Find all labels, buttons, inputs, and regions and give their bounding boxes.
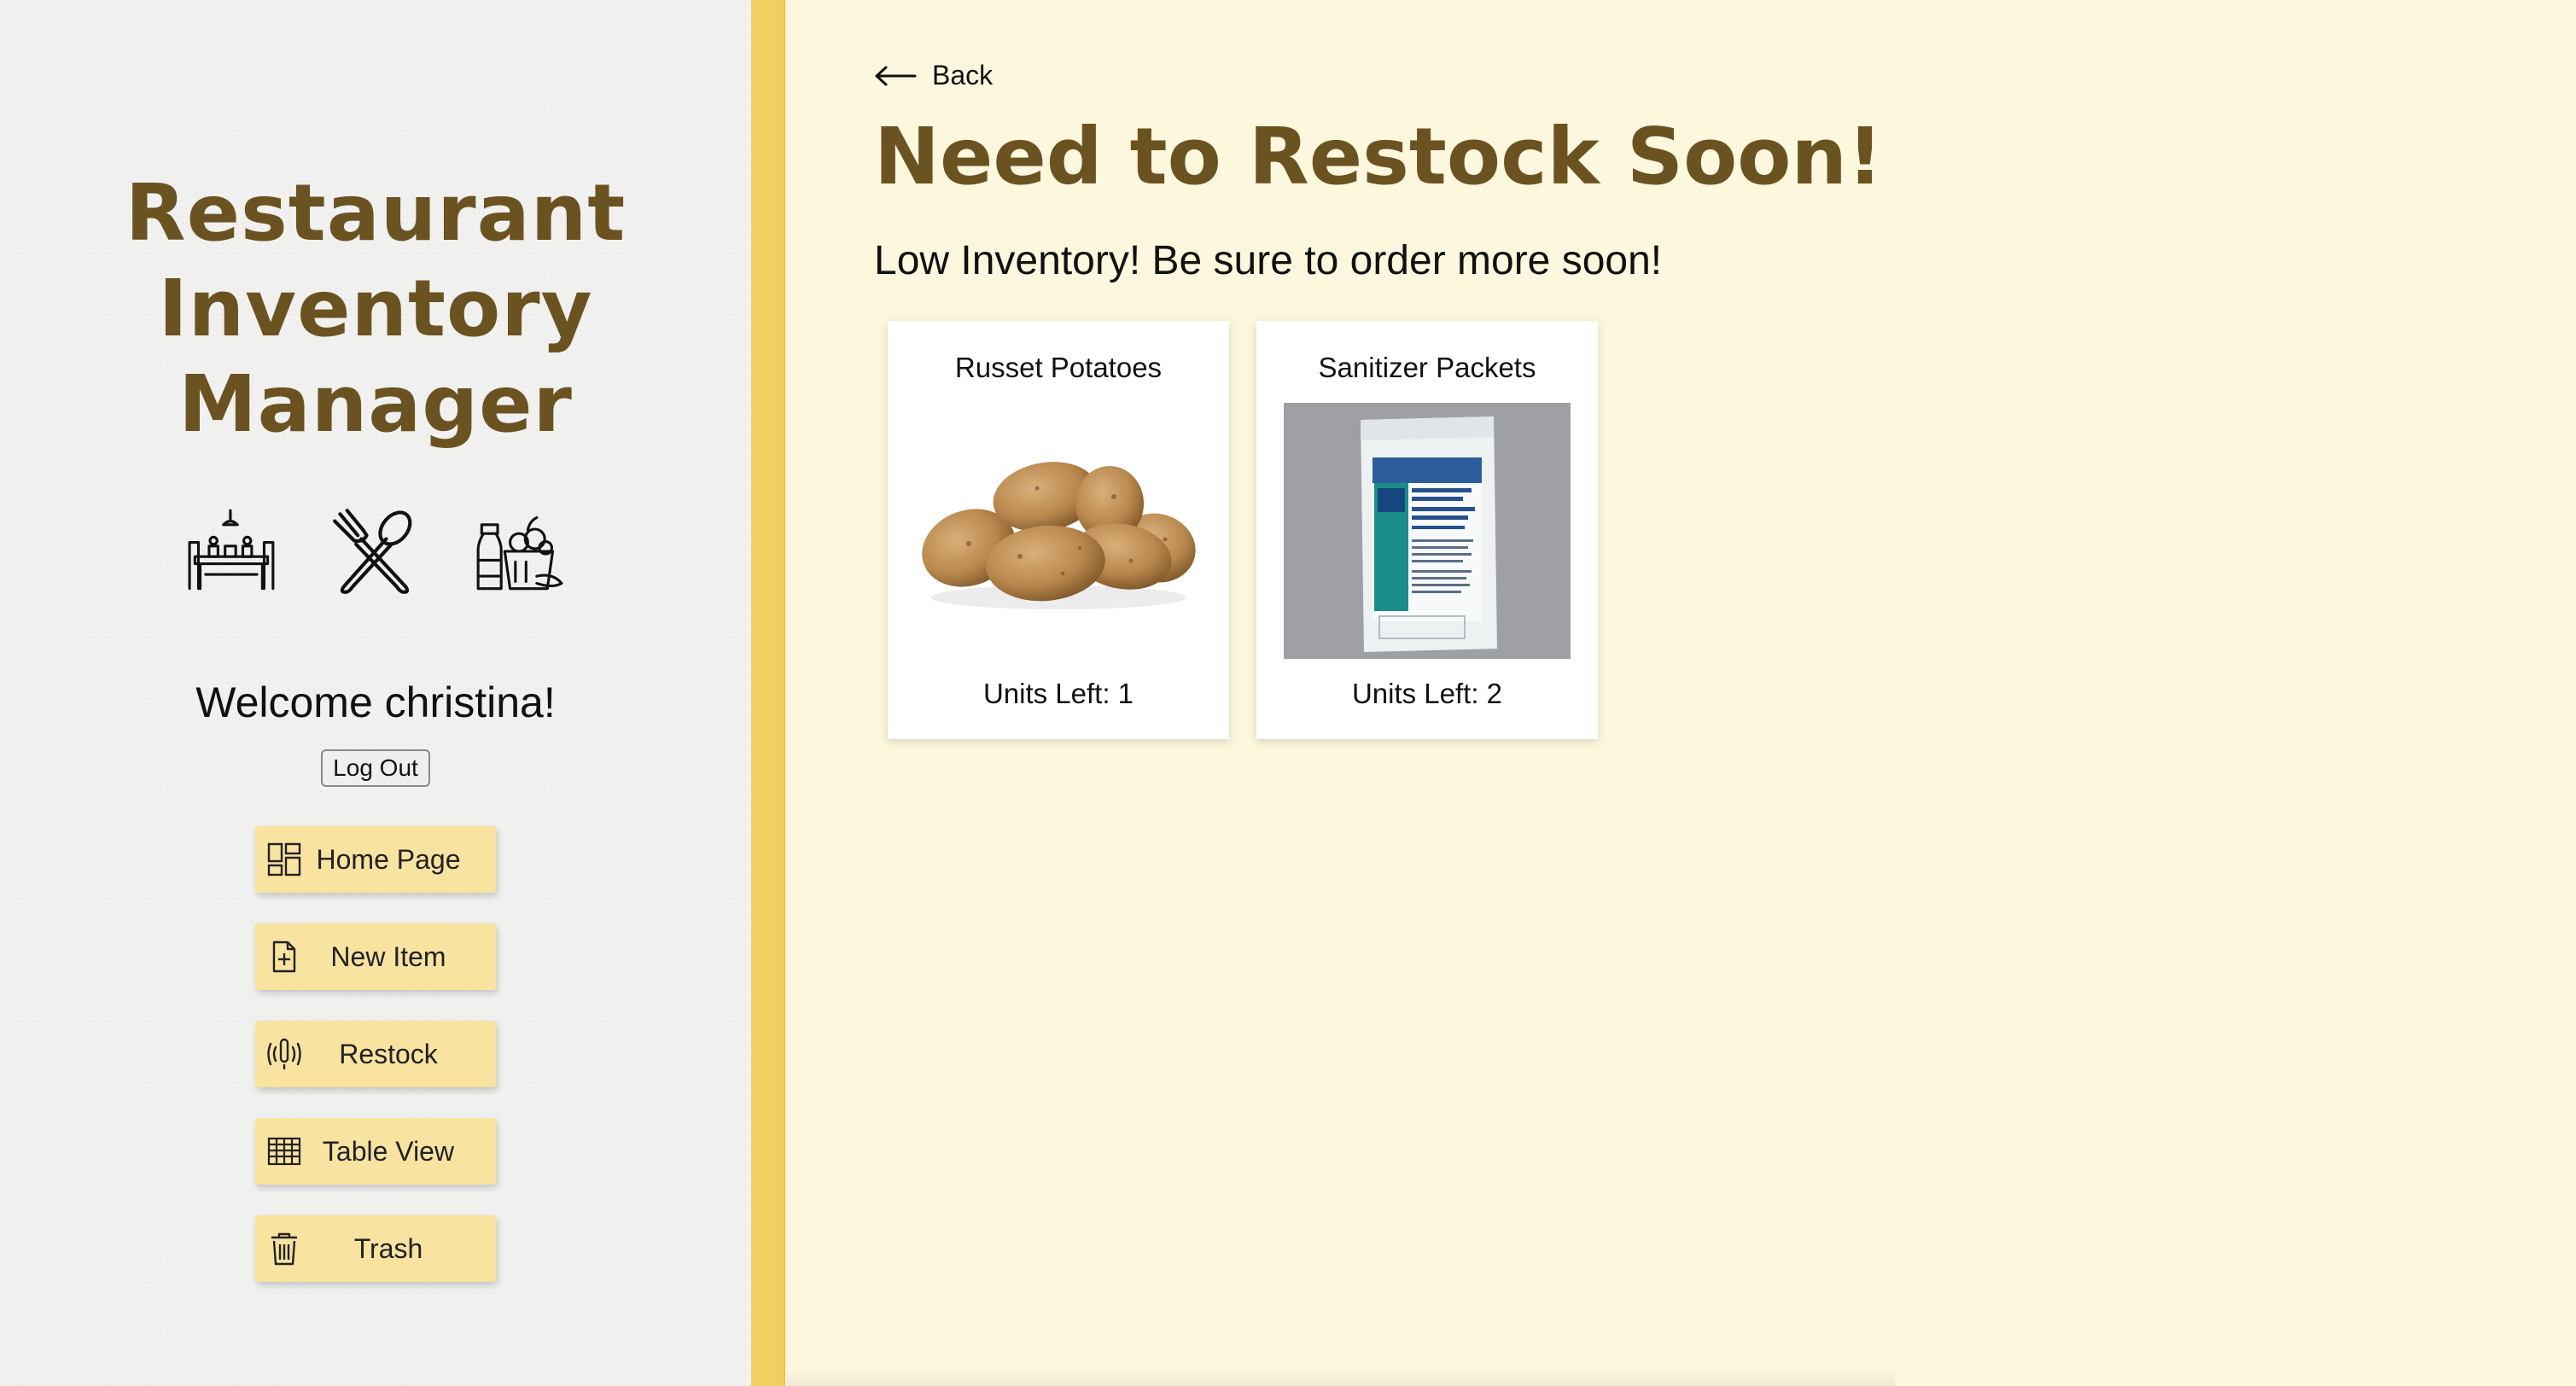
page-title: Need to Restock Soon! [874, 111, 1883, 202]
main-content: Back Need to Restock Soon! Low Inventory… [785, 0, 2576, 1386]
sidebar-nav: Home Page New Item Restock Table View Tr… [255, 826, 496, 1282]
back-arrow-icon [875, 66, 917, 85]
table-icon [267, 1134, 301, 1168]
units-left: Units Left: 1 [982, 678, 1134, 709]
logout-button[interactable]: Log Out [321, 749, 430, 787]
potatoes-image [915, 403, 1202, 659]
nav-trash-button[interactable]: Trash [255, 1215, 496, 1282]
back-link[interactable]: Back [874, 60, 993, 91]
low-inventory-list: Russet Potatoes Units Left: 1 Sanitizer … [888, 321, 1598, 739]
item-card[interactable]: Russet Potatoes Units Left: 1 [888, 321, 1229, 739]
welcome-message: Welcome christina! [195, 678, 556, 726]
sidebar-divider [751, 0, 785, 1386]
groceries-icon [475, 507, 563, 596]
alert-icon [267, 1037, 301, 1071]
fork-spoon-icon [331, 507, 420, 596]
units-left: Units Left: 2 [1351, 678, 1503, 709]
app-title: Restaurant Inventory Manager [125, 167, 627, 450]
trash-icon [267, 1232, 301, 1266]
bottom-shadow [785, 1369, 1895, 1386]
add-file-icon [267, 940, 301, 974]
back-label: Back [932, 60, 994, 90]
item-name: Sanitizer Packets [1318, 352, 1536, 383]
page-subtitle: Low Inventory! Be sure to order more soo… [874, 238, 1663, 283]
item-name: Russet Potatoes [954, 352, 1163, 383]
sanitizer-packet-image [1284, 403, 1571, 659]
dining-table-icon [188, 507, 277, 596]
item-card[interactable]: Sanitizer Packets Units Left: 2 [1256, 321, 1598, 739]
sidebar: Restaurant Inventory Manager Welcome chr… [0, 0, 751, 1386]
decorative-icon-row [188, 507, 563, 596]
app-window: Restaurant Inventory Manager Welcome chr… [0, 0, 2576, 1386]
nav-table-view-button[interactable]: Table View [255, 1118, 496, 1185]
nav-home-page-button[interactable]: Home Page [255, 826, 496, 893]
nav-new-item-button[interactable]: New Item [255, 923, 496, 990]
nav-restock-button[interactable]: Restock [255, 1021, 496, 1087]
dashboard-icon [267, 842, 301, 876]
